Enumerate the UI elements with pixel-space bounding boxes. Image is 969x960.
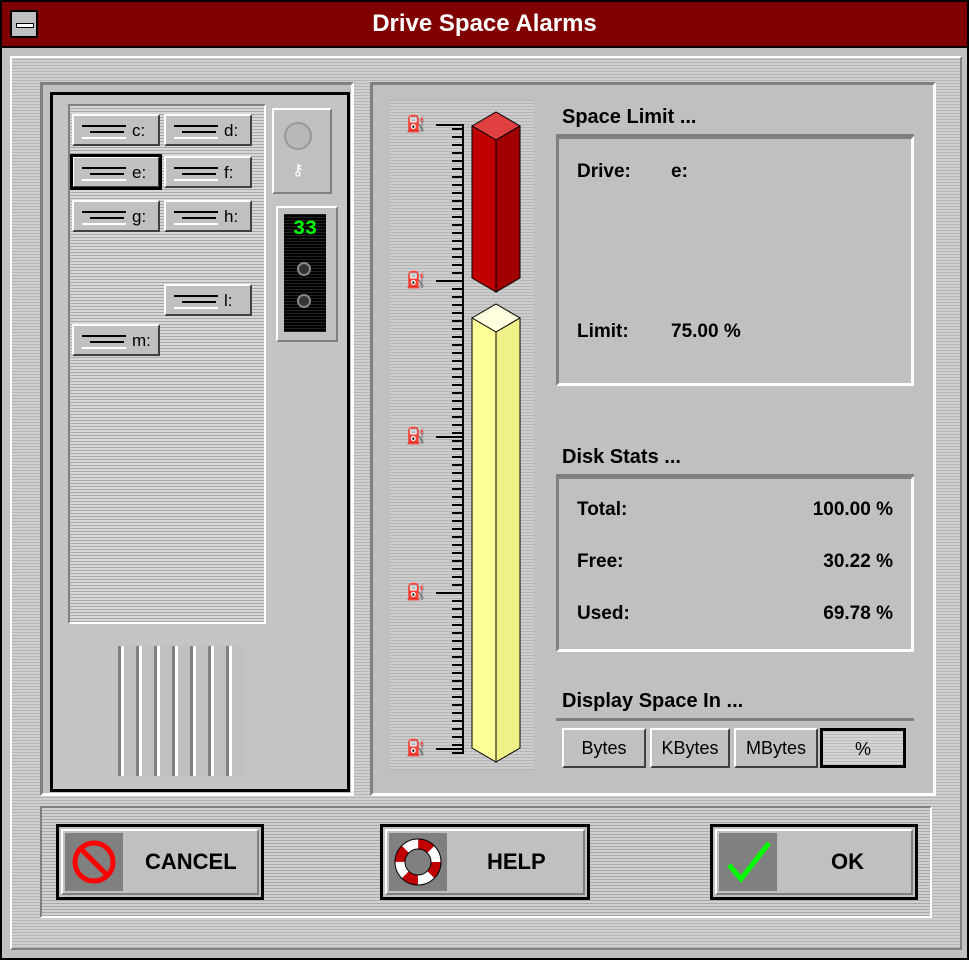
fuel-pump-empty-icon: ⛽ (406, 740, 426, 757)
gauge-tick-full (436, 124, 462, 126)
limit-bar-left-face (471, 125, 497, 293)
drive-slot-icon (174, 295, 218, 309)
drive-button-c[interactable]: c: (72, 114, 160, 146)
space-limit-body: Drive: e: Limit: 75.00 % (556, 136, 914, 386)
digital-meter: 33 (284, 214, 326, 332)
space-limit-card: Space Limit ... Drive: e: Limit: 75.00 % (556, 100, 914, 386)
free-label: Free: (577, 551, 624, 572)
fuel-pump-full-icon: ⛽ (406, 116, 426, 133)
limit-label: Limit: (577, 321, 629, 342)
disk-stats-card: Disk Stats ... Total: 100.00 % Free: 30.… (556, 440, 914, 652)
life-preserver-icon (389, 833, 447, 891)
fuel-pump-icon: ⛽ (406, 272, 426, 289)
used-value: 69.78 % (823, 603, 893, 624)
power-panel (272, 108, 332, 194)
drive-slot-icon (174, 167, 218, 181)
knob-icon (297, 294, 311, 308)
drive-button-m[interactable]: m: (72, 324, 160, 356)
drive-value: e: (671, 161, 688, 182)
disk-stats-header: Disk Stats ... (556, 440, 914, 477)
drive-button-e[interactable]: e: (70, 154, 162, 190)
drive-slot-icon (174, 211, 218, 225)
used-bar-left-face (471, 317, 497, 763)
help-button[interactable]: HELP (380, 824, 590, 900)
space-bar-chart (471, 111, 521, 763)
drive-button-h[interactable]: h: (164, 200, 252, 232)
no-entry-icon (65, 833, 123, 891)
drive-slot-icon (82, 335, 126, 349)
drive-button-g[interactable]: g: (72, 200, 160, 232)
used-label: Used: (577, 603, 630, 624)
gauge-tick-half (436, 436, 462, 438)
knob-icon (297, 262, 311, 276)
unit-kbytes-button[interactable]: KBytes (650, 728, 730, 768)
fuel-pump-icon: ⛽ (406, 428, 426, 445)
disk-stats-body: Total: 100.00 % Free: 30.22 % Used: 69.7… (556, 476, 914, 652)
drive-label: Drive: (577, 161, 631, 182)
meter-value: 33 (292, 218, 317, 241)
space-limit-header: Space Limit ... (556, 100, 914, 137)
drive-slot-icon (82, 167, 126, 181)
unit-mbytes-button[interactable]: MBytes (734, 728, 818, 768)
limit-bar-right-face (495, 125, 521, 293)
used-bar-right-face (495, 317, 521, 763)
help-label: HELP (487, 849, 546, 874)
limit-value: 75.00 % (671, 321, 741, 342)
power-led-icon (284, 122, 312, 150)
unit-bytes-button[interactable]: Bytes (562, 728, 646, 768)
title-bar: Drive Space Alarms (2, 2, 967, 48)
case-vents (118, 646, 244, 776)
ok-button[interactable]: OK (710, 824, 918, 900)
cancel-label: CANCEL (145, 849, 237, 874)
drive-slot-icon (82, 211, 126, 225)
ok-label: OK (831, 849, 864, 874)
drive-button-l[interactable]: l: (164, 284, 252, 316)
window-title: Drive Space Alarms (372, 10, 597, 37)
drive-button-d[interactable]: d: (164, 114, 252, 146)
free-value: 30.22 % (823, 551, 893, 572)
gauge-tick-empty (436, 748, 462, 750)
total-label: Total: (577, 499, 628, 520)
unit-percent-button[interactable]: % (820, 728, 906, 768)
display-space-header: Display Space In ... (556, 684, 914, 721)
drive-button-f[interactable]: f: (164, 156, 252, 188)
key-lock-icon: ⚷ (292, 162, 304, 179)
gauge-tick-three-quarter (436, 280, 462, 282)
limit-bar (471, 111, 521, 293)
used-bar (471, 303, 521, 763)
gauge-tick-quarter (436, 592, 462, 594)
cancel-button[interactable]: CANCEL (56, 824, 264, 900)
drive-slot-icon (82, 125, 126, 139)
gauge-scale (452, 124, 464, 754)
total-value: 100.00 % (812, 499, 893, 520)
checkmark-icon (719, 833, 777, 891)
fuel-pump-icon: ⛽ (406, 584, 426, 601)
drive-slot-icon (174, 125, 218, 139)
